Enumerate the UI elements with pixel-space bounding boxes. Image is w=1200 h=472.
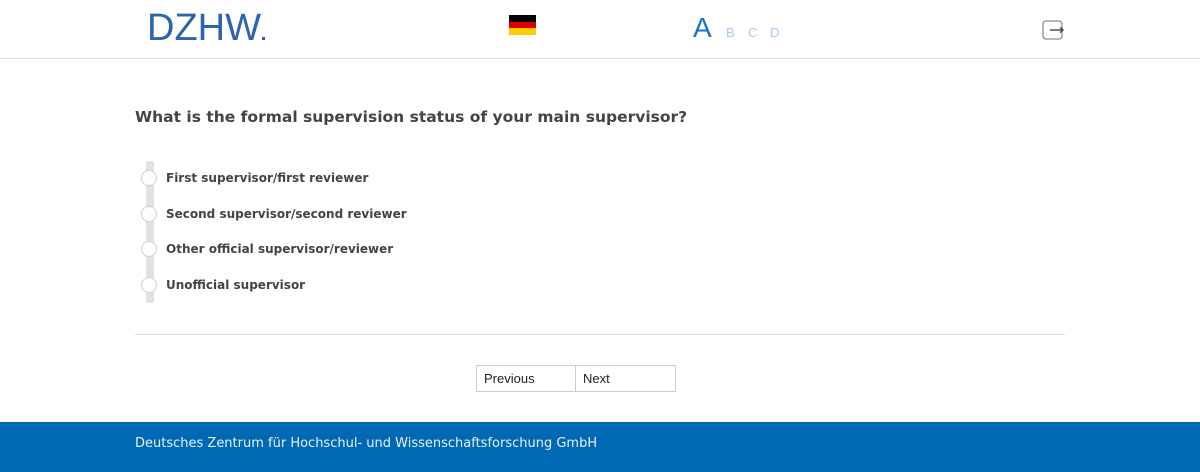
german-flag-icon[interactable] (509, 15, 536, 35)
option-label: First supervisor/first reviewer (166, 171, 369, 185)
option-other-official[interactable]: Other official supervisor/reviewer (141, 239, 393, 259)
radio-button[interactable] (141, 277, 157, 293)
next-button[interactable]: Next (576, 365, 676, 392)
header: DZHW A B C D (0, 0, 1200, 59)
footer-text: Deutsches Zentrum für Hochschul- und Wis… (135, 436, 598, 451)
radio-button[interactable] (141, 241, 157, 257)
logo-dot (261, 37, 265, 40)
navigation: Previous Next (476, 365, 676, 392)
flag-stripe-red (509, 21, 536, 29)
option-label: Second supervisor/second reviewer (166, 207, 407, 221)
divider (135, 334, 1065, 335)
question-text: What is the formal supervision status of… (135, 108, 688, 126)
footer: Deutsches Zentrum für Hochschul- und Wis… (0, 422, 1200, 472)
font-size-a[interactable]: A (693, 11, 712, 45)
option-first-supervisor[interactable]: First supervisor/first reviewer (141, 168, 368, 188)
font-size-c[interactable]: C (748, 25, 757, 40)
font-size-b[interactable]: B (726, 25, 735, 40)
previous-button[interactable]: Previous (476, 365, 576, 392)
flag-stripe-gold (509, 28, 536, 35)
dzhw-logo[interactable]: DZHW (147, 8, 265, 48)
option-label: Other official supervisor/reviewer (166, 242, 394, 256)
exit-icon[interactable] (1042, 20, 1064, 40)
option-second-supervisor[interactable]: Second supervisor/second reviewer (141, 204, 407, 224)
flag-stripe-black (509, 15, 536, 22)
option-unofficial[interactable]: Unofficial supervisor (141, 275, 305, 295)
radio-button[interactable] (141, 170, 157, 186)
option-label: Unofficial supervisor (166, 278, 306, 292)
font-size-d[interactable]: D (770, 25, 779, 40)
radio-button[interactable] (141, 206, 157, 222)
